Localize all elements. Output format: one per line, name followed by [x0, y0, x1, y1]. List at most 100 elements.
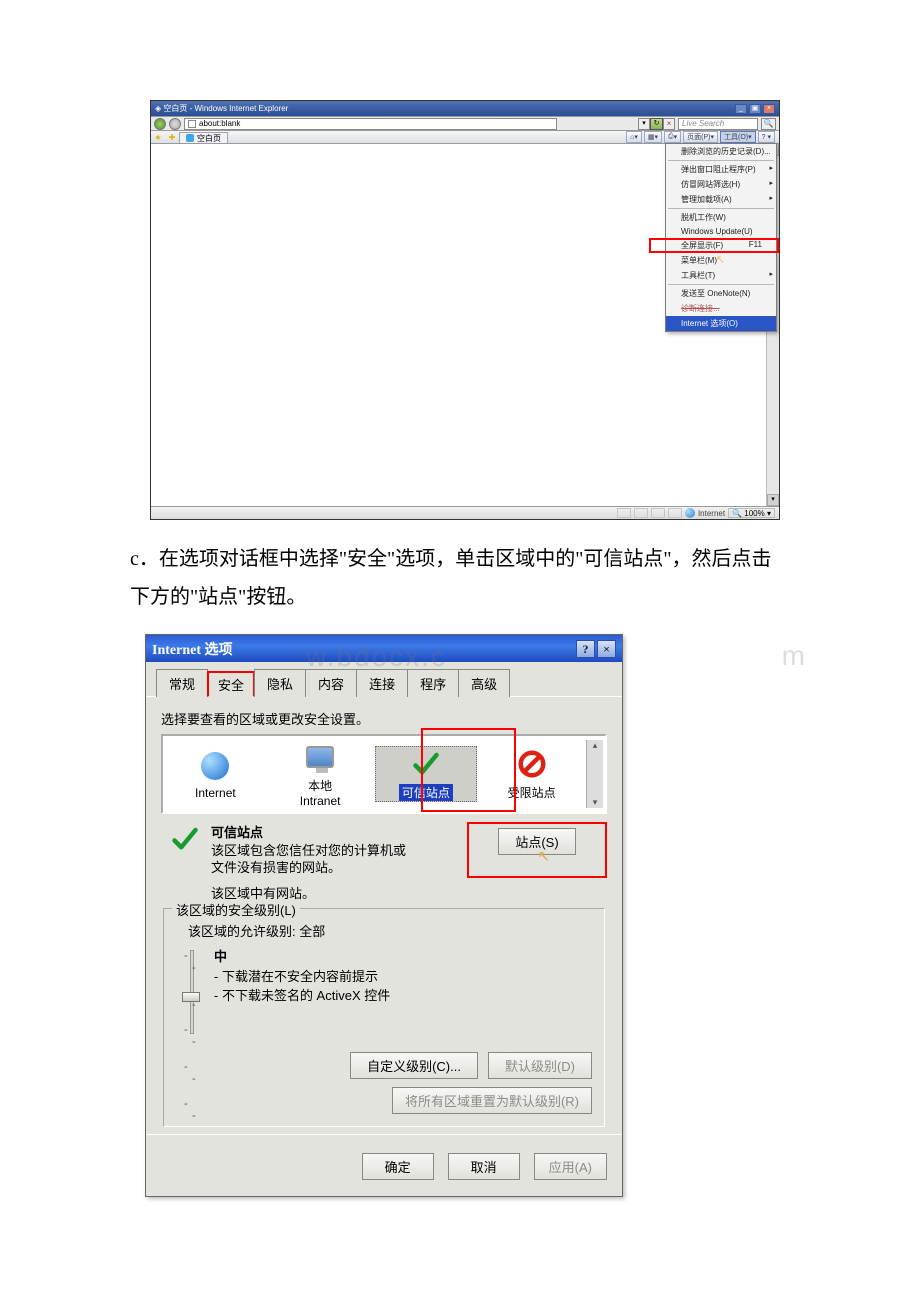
status-bar: Internet 🔍 100% ▾ [151, 506, 779, 519]
feeds-icon: ▦ [648, 133, 655, 141]
status-zone-label: Internet [698, 509, 725, 518]
default-level-button[interactable]: 默认级别(D) [488, 1052, 592, 1079]
feeds-button[interactable]: ▦ ▾ [644, 131, 662, 143]
browser-tab[interactable]: 空白页 [179, 132, 228, 143]
apply-button[interactable]: 应用(A) [534, 1153, 607, 1180]
tab-content[interactable]: 内容 [305, 669, 357, 697]
tab-security[interactable]: 安全 [207, 671, 255, 697]
zones-scrollbar[interactable]: ▴▾ [586, 740, 603, 808]
slider-track[interactable] [184, 948, 200, 1034]
tab-privacy[interactable]: 隐私 [254, 669, 306, 697]
allowed-levels-label: 该区域的允许级别: 全部 [188, 921, 592, 940]
level-bullet: - 下载潜在不安全内容前提示 [214, 968, 390, 987]
scroll-up-icon[interactable]: ▴ [593, 740, 598, 751]
favorites-star-icon[interactable]: ★ [151, 131, 165, 143]
watermark-tail: m [782, 640, 805, 672]
tab-strip: ★ ✚ 空白页 ⌂ ▾ ▦ ▾ ⎙ ▾ 页面(P) ▾ 工具(O) ▾ ? ▾ [151, 130, 779, 144]
tab-label: 空白页 [197, 133, 221, 144]
maximize-button[interactable]: ▣ [749, 104, 761, 114]
menu-delete-history[interactable]: 删除浏览的历史记录(D)... [666, 144, 776, 159]
home-button[interactable]: ⌂ ▾ [626, 131, 642, 143]
dialog-titlebar: Internet 选项 ? × [146, 635, 622, 662]
stop-button[interactable]: × [663, 118, 675, 130]
url-text: about:blank [199, 119, 240, 128]
zones-label: 选择要查看的区域或更改安全设置。 [161, 709, 607, 728]
menu-manage-addons[interactable]: 管理加载项(A) [666, 192, 776, 207]
menu-internet-options[interactable]: Internet 选项(O) [666, 316, 776, 331]
zone-restricted[interactable]: 受限站点 [481, 747, 582, 801]
cursor-icon: ↖ [716, 253, 725, 266]
menu-send-onenote[interactable]: 发送至 OneNote(N) [666, 286, 776, 301]
help-button[interactable]: ? ▾ [758, 131, 775, 143]
tools-menu-button[interactable]: 工具(O) ▾ [720, 131, 756, 143]
zone-globe-icon [685, 508, 695, 518]
cancel-button[interactable]: 取消 [448, 1153, 520, 1180]
sites-button[interactable]: 站点(S) ↖ [498, 828, 575, 855]
search-button[interactable]: 🔍 [761, 118, 776, 130]
forward-button[interactable] [169, 118, 181, 130]
refresh-button[interactable]: ↻ [650, 118, 663, 130]
tab-advanced[interactable]: 高级 [458, 669, 510, 697]
security-slider: 中 - 下载潜在不安全内容前提示 - 不下载未签名的 ActiveX 控件 [184, 948, 592, 1034]
home-icon: ⌂ [630, 134, 634, 141]
url-field[interactable]: about:blank [184, 118, 557, 130]
menu-separator [668, 160, 774, 161]
menu-fullscreen[interactable]: 全屏显示(F) F11 [666, 238, 776, 253]
slider-thumb[interactable] [182, 992, 200, 1002]
page-menu-button[interactable]: 页面(P) ▾ [683, 131, 718, 143]
menu-separator [668, 284, 774, 285]
zoom-control[interactable]: 🔍 100% ▾ [728, 508, 775, 518]
dialog-screenshot-wrap: m w.bdocx.c Internet 选项 ? × 常规 安全 隐私 内容 … [145, 634, 685, 1197]
tab-connections[interactable]: 连接 [356, 669, 408, 697]
zone-info-line: 文件没有损害的网站。 [211, 859, 406, 877]
check-icon [410, 749, 442, 779]
zone-internet[interactable]: Internet [165, 749, 266, 800]
level-name: 中 [214, 948, 390, 967]
close-button[interactable]: × [597, 640, 616, 658]
zone-intranet[interactable]: 本地Intranet [270, 740, 371, 808]
menu-work-offline[interactable]: 脱机工作(W) [666, 210, 776, 225]
security-level-group: 该区域的安全级别(L) 该区域的允许级别: 全部 中 - 下载潜在不 [163, 908, 605, 1127]
url-dropdown[interactable]: ▾ [638, 118, 650, 130]
menu-diagnose[interactable]: 诊断连接... [666, 301, 776, 316]
print-icon: ⎙ [668, 133, 674, 141]
dialog-title: Internet 选项 [152, 639, 233, 659]
scroll-down-icon[interactable]: ▾ [593, 797, 598, 808]
address-bar: about:blank ▾ ↻ × Live Search 🔍 [151, 116, 779, 130]
zone-info: 可信站点 该区域包含您信任对您的计算机或 文件没有损害的网站。 站点(S) ↖ [169, 824, 607, 877]
menu-separator [668, 208, 774, 209]
add-favorites-icon[interactable]: ✚ [165, 131, 179, 143]
window-titlebar: ◈ 空白页 - Windows Internet Explorer _ ▣ × [151, 101, 779, 116]
ok-button[interactable]: 确定 [362, 1153, 434, 1180]
tab-programs[interactable]: 程序 [407, 669, 459, 697]
help-button[interactable]: ? [576, 640, 595, 658]
minimize-button[interactable]: _ [735, 104, 747, 114]
group-legend: 该区域的安全级别(L) [172, 900, 300, 919]
tab-general[interactable]: 常规 [156, 669, 208, 697]
search-input[interactable]: Live Search [678, 118, 758, 130]
dialog-footer: 确定 取消 应用(A) [146, 1134, 622, 1196]
custom-level-button[interactable]: 自定义级别(C)... [350, 1052, 478, 1079]
scroll-down-icon[interactable]: ▾ [767, 494, 779, 506]
close-button[interactable]: × [763, 104, 775, 114]
zone-info-heading: 可信站点 [211, 824, 406, 842]
monitor-icon [306, 746, 334, 768]
back-button[interactable] [154, 118, 166, 130]
slider-description: 中 - 下载潜在不安全内容前提示 - 不下载未签名的 ActiveX 控件 [214, 948, 390, 1034]
menu-windows-update[interactable]: Windows Update(U) [666, 225, 776, 238]
menu-toolbars[interactable]: 工具栏(T) [666, 268, 776, 283]
hotkey-label: F11 [749, 240, 762, 249]
internet-options-dialog: w.bdocx.c Internet 选项 ? × 常规 安全 隐私 内容 连接… [145, 634, 623, 1197]
menu-phishing-filter[interactable]: 仿冒网站筛选(H) [666, 177, 776, 192]
instruction-text: c．在选项对话框中选择"安全"选项，单击区域中的"可信站点"，然后点击下方的"站… [130, 540, 790, 616]
print-button[interactable]: ⎙ ▾ [664, 131, 681, 143]
menu-popup-blocker[interactable]: 弹出窗口阻止程序(P) [666, 162, 776, 177]
reset-all-button[interactable]: 将所有区域重置为默认级别(R) [392, 1087, 592, 1114]
zone-trusted[interactable]: 可信站点 [375, 746, 478, 802]
command-bar: ⌂ ▾ ▦ ▾ ⎙ ▾ 页面(P) ▾ 工具(O) ▾ ? ▾ [626, 131, 779, 143]
window-buttons: _ ▣ × [735, 104, 775, 114]
tab-favicon [186, 134, 194, 142]
level-bullet: - 不下载未签名的 ActiveX 控件 [214, 987, 390, 1006]
zones-list: Internet 本地Intranet 可信站点 [161, 734, 607, 814]
window-title-page: 空白页 [163, 104, 187, 113]
